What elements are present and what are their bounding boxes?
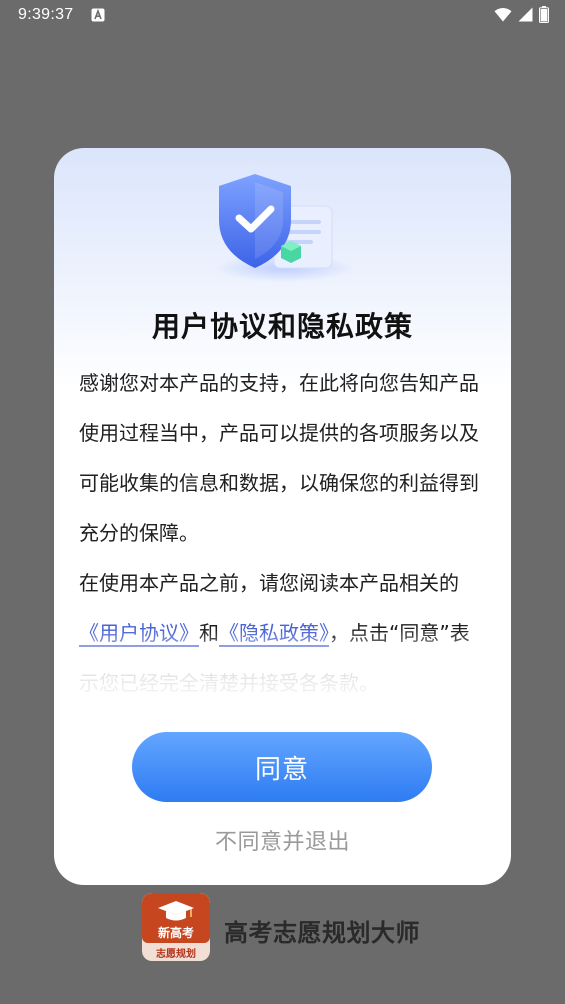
consent-paragraph: 在使用本产品之前，请您阅读本产品相关的《用户协议》和《隐私政策》，点击“同意”表… [79, 558, 489, 708]
shield-check-icon [214, 174, 354, 282]
dialog-body: 感谢您对本产品的支持，在此将向您告知产品使用过程当中，产品可以提供的各项服务以及… [79, 358, 489, 708]
cellular-signal-icon [518, 7, 533, 27]
graduation-cap-icon [158, 901, 194, 921]
app-logo: 新高考 志愿规划 [142, 893, 210, 961]
wifi-icon [494, 7, 512, 27]
decline-and-exit-button[interactable]: 不同意并退出 [54, 824, 511, 856]
consent-conjunction: 和 [199, 621, 219, 645]
status-time: 9:39:37 [18, 6, 74, 23]
consent-prefix: 在使用本产品之前，请您阅读本产品相关的 [79, 571, 459, 595]
privacy-dialog: 用户协议和隐私政策 感谢您对本产品的支持，在此将向您告知产品使用过程当中，产品可… [54, 148, 511, 885]
logo-text-top: 新高考 [157, 926, 194, 940]
status-icons [494, 6, 549, 28]
status-bar: 9:39:37 [0, 0, 565, 32]
dialog-title: 用户协议和隐私政策 [151, 310, 413, 343]
notification-a-icon [91, 8, 105, 22]
app-brand: 新高考 志愿规划 高考志愿规划大师 [0, 893, 565, 965]
user-agreement-link[interactable]: 《用户协议》 [79, 621, 199, 645]
battery-icon [539, 6, 549, 28]
app-name: 高考志愿规划大师 [224, 919, 420, 947]
agree-button[interactable]: 同意 [132, 732, 432, 802]
intro-paragraph: 感谢您对本产品的支持，在此将向您告知产品使用过程当中，产品可以提供的各项服务以及… [79, 371, 479, 545]
logo-text-bottom: 志愿规划 [156, 949, 196, 960]
privacy-policy-link[interactable]: 《隐私政策》 [219, 621, 329, 645]
